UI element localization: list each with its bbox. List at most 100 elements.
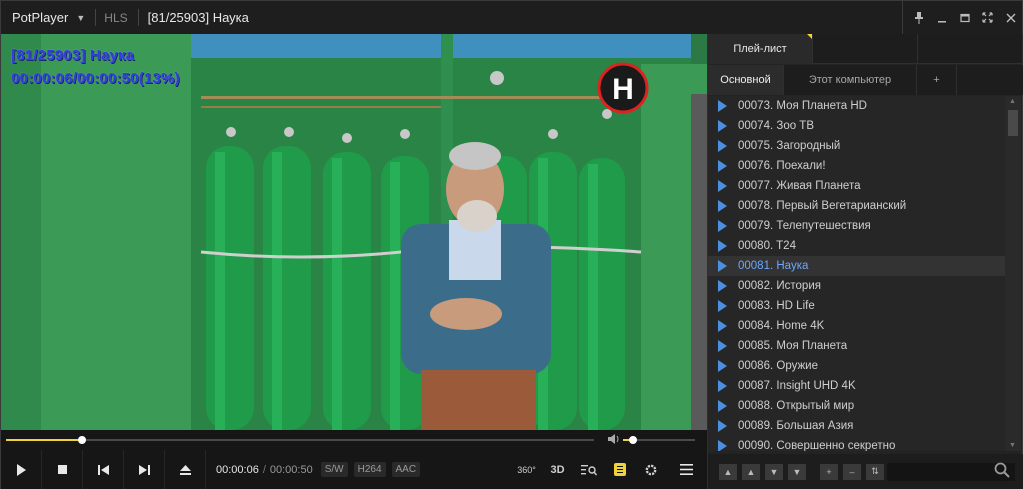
playlist-item-label: 00073. Моя Планета HD	[738, 100, 867, 112]
seek-progress	[6, 439, 83, 441]
tab-playlist[interactable]: Плей-лист	[708, 34, 813, 64]
playlist-item[interactable]: 00086. Оружие	[708, 356, 1005, 376]
playlist-item[interactable]: 00082. История	[708, 276, 1005, 296]
tab-empty-1[interactable]	[813, 34, 918, 64]
playlist-item[interactable]: 00085. Моя Планета	[708, 336, 1005, 356]
playlist-item-label: 00077. Живая Планета	[738, 180, 861, 192]
sort-icon: ⇅	[871, 466, 879, 476]
move-down-button[interactable]: ▼	[765, 463, 783, 480]
seek-handle[interactable]	[78, 436, 87, 444]
settings-button[interactable]	[635, 450, 666, 489]
eject-icon	[179, 464, 191, 475]
play-icon	[718, 340, 727, 352]
tab-empty-2[interactable]	[918, 34, 1023, 64]
playlist-scrollbar[interactable]: ▲ ▼	[1005, 96, 1021, 451]
pin-button[interactable]	[907, 1, 930, 34]
previous-button[interactable]	[83, 450, 124, 489]
search-subtitle-button[interactable]	[573, 450, 604, 489]
playlist-item-label: 00082. История	[738, 280, 821, 292]
open-file-button[interactable]	[165, 450, 206, 489]
window-controls	[902, 1, 1022, 34]
volume-slider[interactable]	[623, 436, 695, 444]
playlist-item[interactable]: 00083. HD Life	[708, 296, 1005, 316]
playlist-item[interactable]: 00074. Зоо ТВ	[708, 116, 1005, 136]
playlist-item[interactable]: 00073. Моя Планета HD	[708, 96, 1005, 116]
play-icon	[718, 380, 727, 392]
decoder-tag[interactable]: S/W	[320, 462, 348, 477]
tab-main[interactable]: Основной	[708, 65, 784, 95]
play-icon	[718, 120, 727, 132]
scroll-down-icon[interactable]: ▼	[1009, 442, 1016, 449]
add-item-button[interactable]: +	[820, 463, 838, 480]
move-to-top-button[interactable]: ▲	[719, 463, 737, 480]
search-icon[interactable]	[994, 462, 1010, 483]
playlist-item[interactable]: 00079. Телепутешествия	[708, 216, 1005, 236]
arrow-down-icon: ▼	[769, 466, 779, 477]
close-button[interactable]	[999, 1, 1022, 34]
title-divider	[95, 9, 97, 26]
playlist-item-label: 00086. Оружие	[738, 360, 818, 372]
move-to-bottom-button[interactable]: ▼	[788, 463, 806, 480]
playlist-item[interactable]: 00090. Совершенно секретно	[708, 436, 1005, 451]
playlist-item[interactable]: 00080. T24	[708, 236, 1005, 256]
video-frame[interactable]: H [81/25903] Наука 00:00:06/00:00:50(13%…	[1, 34, 707, 430]
move-up-button[interactable]: ▲	[742, 463, 760, 480]
play-button[interactable]	[1, 450, 42, 489]
fullscreen-button[interactable]	[976, 1, 999, 34]
gear-icon	[645, 464, 656, 475]
minimize-button[interactable]	[930, 1, 953, 34]
play-icon	[718, 140, 727, 152]
menu-button[interactable]	[666, 450, 707, 489]
playlist-toggle-button[interactable]	[604, 450, 635, 489]
vr-360-button[interactable]: 360°	[511, 450, 542, 489]
potplayer-window: PotPlayer ▼ HLS [81/25903] Наука H [81/2…	[0, 0, 1023, 489]
scroll-up-icon[interactable]: ▲	[1009, 98, 1016, 105]
tab-this-computer[interactable]: Этот компьютер	[784, 65, 917, 95]
seek-bar[interactable]	[6, 436, 594, 444]
playlist-list: 00073. Моя Планета HD 00074. Зоо ТВ 00075.…	[708, 96, 1005, 451]
seek-area	[1, 430, 707, 450]
playlist-tabs: Основной Этот компьютер +	[708, 65, 1023, 95]
skip-next-icon	[138, 464, 150, 475]
playlist-item[interactable]: 00075. Загородный	[708, 136, 1005, 156]
move-top-icon: ▲	[723, 466, 733, 477]
playlist-item-label: 00079. Телепутешествия	[738, 220, 871, 232]
next-button[interactable]	[124, 450, 165, 489]
play-icon	[718, 360, 727, 372]
playlist-item[interactable]: 00081. Наука	[708, 256, 1005, 276]
playlist-item[interactable]: 00088. Открытый мир	[708, 396, 1005, 416]
restore-button[interactable]	[953, 1, 976, 34]
volume-icon[interactable]	[607, 433, 621, 447]
sort-button[interactable]: ⇅	[866, 463, 884, 480]
total-time: 00:00:50	[269, 463, 313, 476]
play-icon	[718, 440, 727, 451]
add-tab-button[interactable]: +	[917, 65, 957, 95]
play-icon	[718, 300, 727, 312]
restore-icon	[959, 13, 970, 22]
playlist-item[interactable]: 00087. Insight UHD 4K	[708, 376, 1005, 396]
3d-icon: 3D	[550, 463, 565, 476]
playlist-item[interactable]: 00076. Поехали!	[708, 156, 1005, 176]
app-menu-button[interactable]: PotPlayer ▼	[1, 1, 85, 34]
playlist-icon	[613, 463, 626, 476]
3d-mode-button[interactable]: 3D	[542, 450, 573, 489]
osd-title: [81/25903] Наука	[11, 47, 135, 64]
vr-360-icon: 360°	[517, 464, 536, 475]
playlist-item-label: 00085. Моя Планета	[738, 340, 848, 352]
playlist-item[interactable]: 00077. Живая Планета	[708, 176, 1005, 196]
stop-button[interactable]	[42, 450, 83, 489]
play-icon	[718, 240, 727, 252]
tool-buttons: 360° 3D	[511, 450, 707, 489]
play-icon	[718, 420, 727, 432]
playlist-item[interactable]: 00078. Первый Вегетарианский	[708, 196, 1005, 216]
playlist-item-label: 00078. Первый Вегетарианский	[738, 200, 907, 212]
remove-item-button[interactable]: –	[843, 463, 861, 480]
playlist-item[interactable]: 00084. Home 4K	[708, 316, 1005, 336]
playlist-item[interactable]: 00089. Большая Азия	[708, 416, 1005, 436]
audio-codec-tag[interactable]: AAC	[391, 462, 421, 477]
scroll-thumb[interactable]	[1008, 110, 1018, 136]
video-codec-tag[interactable]: H264	[353, 462, 386, 477]
volume-handle[interactable]	[629, 436, 638, 444]
minimize-icon	[937, 20, 946, 22]
play-icon	[718, 260, 727, 272]
